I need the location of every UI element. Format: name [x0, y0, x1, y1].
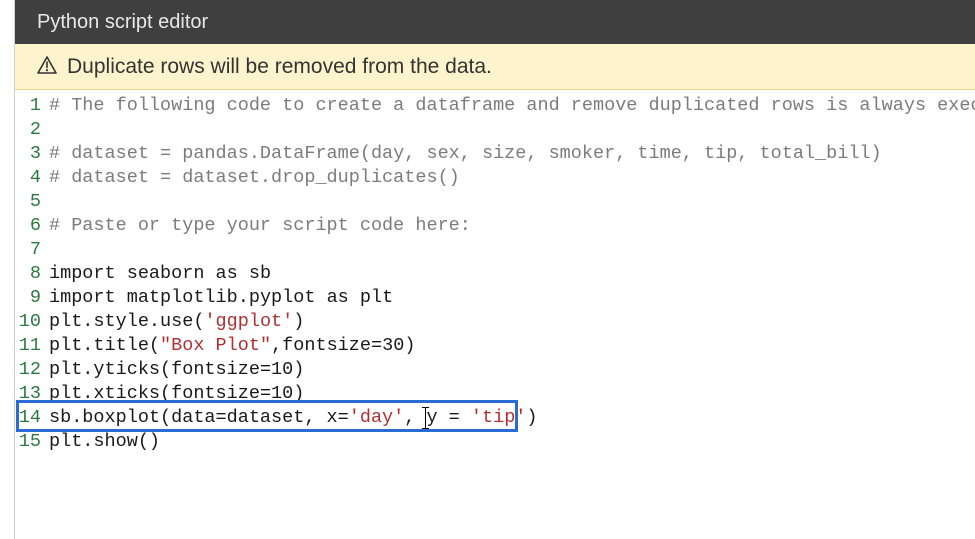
token: # dataset = pandas.DataFrame(day, sex, s…: [49, 143, 882, 164]
line-number: 5: [15, 190, 49, 214]
code-content[interactable]: # The following code to create a datafra…: [49, 94, 975, 118]
code-content[interactable]: # dataset = dataset.drop_duplicates(): [49, 166, 975, 190]
token: , y =: [404, 407, 471, 428]
token: plt.style.use(: [49, 311, 204, 332]
token: "Box Plot": [160, 335, 271, 356]
code-line[interactable]: 9import matplotlib.pyplot as plt: [15, 286, 975, 310]
token: 'ggplot': [204, 311, 293, 332]
editor-frame: Python script editor Duplicate rows will…: [14, 0, 975, 539]
code-content[interactable]: sb.boxplot(data=dataset, x='day', y = 't…: [49, 406, 975, 430]
code-line[interactable]: 12plt.yticks(fontsize=10): [15, 358, 975, 382]
token: # Paste or type your script code here:: [49, 215, 471, 236]
code-content[interactable]: plt.yticks(fontsize=10): [49, 358, 975, 382]
token: import: [49, 263, 127, 284]
token: plt.yticks(fontsize=: [49, 359, 271, 380]
code-line[interactable]: 7: [15, 238, 975, 262]
line-number: 9: [15, 286, 49, 310]
code-content[interactable]: plt.show(): [49, 430, 975, 454]
token: # dataset = dataset.drop_duplicates(): [49, 167, 460, 188]
line-number: 13: [15, 382, 49, 406]
token: ): [293, 359, 304, 380]
token: as: [216, 263, 249, 284]
code-content[interactable]: import matplotlib.pyplot as plt: [49, 286, 975, 310]
line-number: 4: [15, 166, 49, 190]
code-content[interactable]: plt.style.use('ggplot'): [49, 310, 975, 334]
title-text: Python script editor: [37, 11, 208, 33]
token: sb: [249, 263, 271, 284]
code-line[interactable]: 11plt.title("Box Plot",fontsize=30): [15, 334, 975, 358]
token: 10: [271, 383, 293, 404]
code-line[interactable]: 4# dataset = dataset.drop_duplicates(): [15, 166, 975, 190]
code-content[interactable]: # dataset = pandas.DataFrame(day, sex, s…: [49, 142, 975, 166]
token: plt.show(): [49, 431, 160, 452]
code-line[interactable]: 15plt.show(): [15, 430, 975, 454]
text-cursor: [425, 407, 426, 429]
code-line[interactable]: 14sb.boxplot(data=dataset, x='day', y = …: [15, 406, 975, 430]
code-line[interactable]: 10plt.style.use('ggplot'): [15, 310, 975, 334]
token: plt: [360, 287, 393, 308]
token: ): [526, 407, 537, 428]
token: # The following code to create a datafra…: [49, 95, 975, 116]
code-line[interactable]: 13plt.xticks(fontsize=10): [15, 382, 975, 406]
line-number: 12: [15, 358, 49, 382]
token: matplotlib.pyplot: [127, 287, 327, 308]
line-number: 2: [15, 118, 49, 142]
token: 30: [382, 335, 404, 356]
line-number: 15: [15, 430, 49, 454]
code-line[interactable]: 3# dataset = pandas.DataFrame(day, sex, …: [15, 142, 975, 166]
code-line[interactable]: 5: [15, 190, 975, 214]
code-content[interactable]: # Paste or type your script code here:: [49, 214, 975, 238]
token: 'day': [349, 407, 405, 428]
code-editor[interactable]: 1# The following code to create a datafr…: [15, 90, 975, 454]
token: 'tip': [471, 407, 527, 428]
token: ): [404, 335, 415, 356]
line-number: 3: [15, 142, 49, 166]
code-content[interactable]: import seaborn as sb: [49, 262, 975, 286]
code-line[interactable]: 8import seaborn as sb: [15, 262, 975, 286]
line-number: 11: [15, 334, 49, 358]
code-content[interactable]: plt.title("Box Plot",fontsize=30): [49, 334, 975, 358]
token: 10: [271, 359, 293, 380]
line-number: 8: [15, 262, 49, 286]
token: ): [293, 383, 304, 404]
token: ): [293, 311, 304, 332]
line-number: 7: [15, 238, 49, 262]
token: seaborn: [127, 263, 216, 284]
code-line[interactable]: 1# The following code to create a datafr…: [15, 94, 975, 118]
token: as: [327, 287, 360, 308]
line-number: 1: [15, 94, 49, 118]
title-bar: Python script editor: [15, 0, 975, 44]
code-line[interactable]: 6# Paste or type your script code here:: [15, 214, 975, 238]
line-number: 6: [15, 214, 49, 238]
warning-text: Duplicate rows will be removed from the …: [67, 44, 492, 90]
token: import: [49, 287, 127, 308]
warning-bar: Duplicate rows will be removed from the …: [15, 44, 975, 90]
code-line[interactable]: 2: [15, 118, 975, 142]
token: plt.title(: [49, 335, 160, 356]
line-number: 14: [15, 406, 49, 430]
token: ,fontsize=: [271, 335, 382, 356]
warning-icon: [37, 56, 57, 78]
code-content[interactable]: plt.xticks(fontsize=10): [49, 382, 975, 406]
line-number: 10: [15, 310, 49, 334]
token: sb.boxplot(data=dataset, x=: [49, 407, 349, 428]
token: plt.xticks(fontsize=: [49, 383, 271, 404]
